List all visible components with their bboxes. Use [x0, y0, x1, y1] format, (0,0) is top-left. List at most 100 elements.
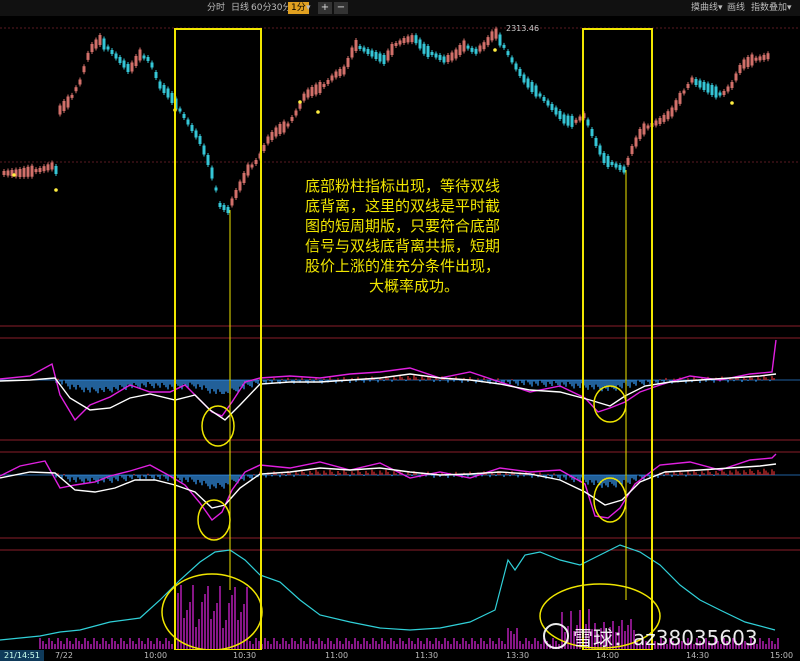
candle-body [58, 105, 62, 115]
price-high-label: 2313.46 [506, 24, 539, 33]
candle-body [726, 86, 730, 92]
candle-body [638, 129, 642, 139]
time-label: 14:00 [596, 651, 620, 660]
candle-body [606, 156, 610, 167]
candle-body [554, 107, 558, 115]
candle-body [346, 58, 350, 67]
candle-body [18, 169, 22, 177]
candle-body [602, 153, 606, 163]
candle-body [30, 165, 34, 177]
candle-body [610, 162, 614, 165]
candle-body [154, 72, 158, 78]
candle-body [210, 167, 214, 179]
candle-body [86, 52, 90, 60]
candle-body [730, 82, 734, 88]
candle-body [494, 28, 498, 39]
candle-body [170, 93, 174, 103]
candle-body [678, 92, 682, 104]
candle-body [694, 79, 698, 85]
time-label: 13:30 [506, 651, 530, 660]
candle-body [354, 40, 358, 51]
candle-body [130, 62, 134, 72]
candle-body [370, 50, 374, 57]
curve-menu-button[interactable]: 摸曲线▾ [688, 2, 726, 14]
candle-body [690, 77, 694, 83]
candle-body [106, 46, 110, 50]
candle-body [254, 160, 258, 164]
candle-body [26, 166, 30, 177]
candle-body [474, 48, 478, 54]
candle-body [198, 136, 202, 144]
panel-dividers [0, 325, 800, 551]
candle-body [162, 85, 166, 93]
candle-body [670, 107, 674, 117]
candle-body [250, 164, 254, 168]
period-button-intraday[interactable]: 分时 [204, 2, 228, 14]
candle-body [134, 56, 138, 66]
candle-body [2, 171, 6, 175]
candle-body [242, 173, 246, 183]
candle-body [766, 53, 770, 60]
candle-body [378, 53, 382, 62]
candle-body [426, 46, 430, 57]
candle-body [202, 145, 206, 155]
candle-body [118, 57, 122, 63]
candle-body [50, 162, 54, 170]
snowball-logo-icon [543, 623, 569, 649]
candle-body [122, 60, 126, 68]
candle-body [718, 92, 722, 96]
candle-body [470, 47, 474, 52]
candle-body [758, 56, 762, 61]
candle-body [702, 82, 706, 90]
chevron-down-icon[interactable]: ▾ [303, 2, 314, 14]
candle-body [710, 85, 714, 95]
candle-body [454, 49, 458, 59]
candle-body [762, 54, 766, 60]
annotation-line: 大概率成功。 [369, 277, 460, 295]
candle-body [514, 63, 518, 70]
time-label: 7/22 [55, 651, 73, 660]
candle-body [334, 71, 338, 78]
candle-body [42, 166, 46, 172]
candle-body [70, 94, 74, 98]
annotation-text: 底部粉柱指标出现，等待双线 底背离，这里的双线是平时截 图的短周期版，只要符合底… [305, 176, 537, 296]
signal-dot [493, 48, 497, 52]
macd-panel-2 [0, 453, 800, 522]
chart-area[interactable]: 2313.46 [0, 16, 800, 650]
candle-body [230, 198, 234, 206]
candle-body [642, 123, 646, 135]
candle-body [434, 53, 438, 58]
candle-body [338, 69, 342, 76]
candle-body [546, 100, 550, 106]
candle-body [286, 123, 290, 127]
candle-body [158, 81, 162, 89]
candle-body [278, 124, 282, 134]
draw-line-button[interactable]: 画线 [724, 2, 748, 14]
index-overlay-button[interactable]: 指数叠加▾ [748, 2, 795, 14]
candle-body [262, 145, 266, 151]
zoom-out-button[interactable]: − [334, 2, 348, 14]
candle-body [518, 69, 522, 76]
candle-body [110, 50, 114, 54]
candle-body [530, 82, 534, 92]
annotation-line: 信号与双线底背离共振，短期 [305, 237, 501, 255]
candle-body [302, 93, 306, 101]
candle-body [186, 119, 190, 125]
candle-body [430, 52, 434, 55]
candle-body [226, 207, 230, 213]
candle-body [570, 115, 574, 127]
annotation-line: 底部粉柱指标出现，等待双线 [305, 177, 501, 195]
candle-body [490, 31, 494, 41]
candle-body [446, 55, 450, 62]
candle-body [34, 169, 38, 173]
zoom-in-button[interactable]: + [318, 2, 332, 14]
candle-body [634, 137, 638, 147]
candle-body [618, 165, 622, 170]
candle-body [398, 40, 402, 45]
candle-body [310, 87, 314, 96]
candle-body [126, 64, 130, 72]
time-label: 11:00 [325, 651, 349, 660]
candle-body [742, 59, 746, 69]
candle-body [138, 49, 142, 61]
candle-body [330, 75, 334, 81]
